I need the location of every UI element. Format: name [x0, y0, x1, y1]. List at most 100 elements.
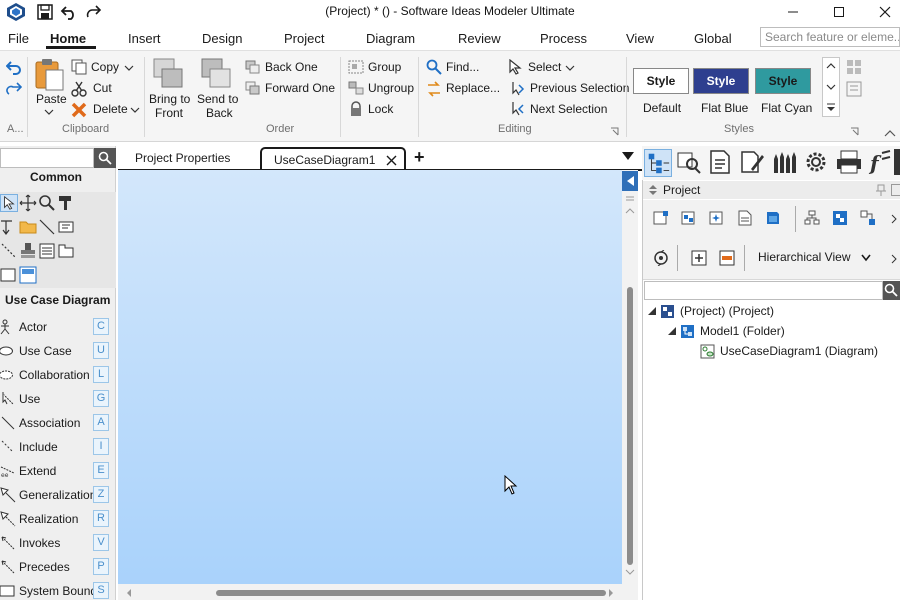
styles-dialog-launcher-icon[interactable]	[850, 127, 859, 136]
toolbox-item-extend[interactable]: ee Extend E	[0, 460, 112, 482]
tree-node-model[interactable]: Model1 (Folder)	[667, 324, 897, 340]
toolbox-search-button[interactable]	[94, 148, 116, 168]
menu-view[interactable]: View	[626, 31, 654, 46]
style-default-swatch[interactable]: Style	[633, 68, 689, 94]
new-element-icon[interactable]	[709, 210, 725, 226]
toolbox-item-system-boundary[interactable]: System Boundary S	[0, 580, 112, 602]
group-elements-icon[interactable]	[832, 210, 848, 226]
feature-search-input[interactable]: Search feature or eleme...	[760, 27, 900, 47]
ungroup-button[interactable]: Ungroup	[368, 81, 414, 95]
toolbox-item-actor[interactable]: Actor C	[0, 316, 112, 338]
replace-button[interactable]: Replace...	[446, 81, 500, 95]
new-folder-icon[interactable]	[765, 210, 781, 226]
menu-global[interactable]: Global	[694, 31, 732, 46]
editing-dialog-launcher-icon[interactable]	[610, 127, 619, 136]
view-mode-dropdown-icon[interactable]	[861, 254, 871, 262]
stamp-tool-icon[interactable]	[19, 242, 37, 260]
frame-tool-icon[interactable]	[57, 242, 75, 260]
cut-button[interactable]: Cut	[93, 81, 112, 95]
collapse-ribbon-icon[interactable]	[884, 129, 896, 137]
collapse-all-icon[interactable]	[719, 250, 735, 266]
image-tool-icon[interactable]	[19, 266, 37, 284]
project-search-button[interactable]	[883, 281, 900, 300]
copy-button[interactable]: Copy	[91, 60, 119, 74]
styles-gallery-scroller[interactable]	[822, 57, 840, 117]
scroll-right-icon[interactable]	[607, 588, 615, 598]
delete-button[interactable]: Delete	[93, 102, 128, 116]
back-one-button[interactable]: Back One	[265, 60, 318, 74]
element-search-icon[interactable]	[676, 149, 702, 175]
format-painter-icon[interactable]	[57, 194, 75, 212]
new-document-icon[interactable]	[737, 210, 753, 226]
ungroup-elements-icon[interactable]	[860, 210, 876, 226]
folder-tool-icon[interactable]	[19, 218, 37, 236]
previous-selection-button[interactable]: Previous Selection	[530, 81, 629, 95]
style-format-icon[interactable]	[846, 81, 862, 97]
panel-float-button[interactable]	[891, 184, 900, 196]
menu-diagram[interactable]: Diagram	[366, 31, 415, 46]
collapse-panel-tab[interactable]	[622, 171, 638, 191]
icon-bar-overflow[interactable]	[894, 149, 900, 175]
project-search-input[interactable]	[644, 281, 883, 300]
style-flat-blue-swatch[interactable]: Style	[693, 68, 749, 94]
toolbox-item-use-case[interactable]: Use Case U	[0, 340, 112, 362]
printer-icon[interactable]	[835, 149, 863, 175]
next-selection-button[interactable]: Next Selection	[530, 102, 607, 116]
tree-expand-arrow-icon[interactable]	[667, 326, 677, 336]
close-tab-icon[interactable]	[386, 155, 397, 166]
toolbox-item-association[interactable]: Association A	[0, 412, 112, 434]
zoom-tool-icon[interactable]	[38, 194, 56, 212]
lock-button[interactable]: Lock	[368, 102, 393, 116]
scroll-left-icon[interactable]	[125, 588, 133, 598]
edit-document-icon[interactable]	[739, 149, 765, 175]
styles-scroll-up-icon[interactable]	[826, 62, 836, 70]
menu-insert[interactable]: Insert	[128, 31, 161, 46]
menu-file[interactable]: File	[8, 31, 29, 46]
crayons-icon[interactable]	[771, 149, 797, 175]
group-button[interactable]: Group	[368, 60, 401, 74]
scroll-down-icon[interactable]	[625, 568, 635, 576]
style-flat-cyan-swatch[interactable]: Style	[755, 68, 811, 94]
copy-dropdown-icon[interactable]	[124, 64, 134, 72]
tree-node-diagram[interactable]: UseCaseDiagram1 (Diagram)	[700, 344, 898, 360]
new-model-icon[interactable]	[681, 210, 697, 226]
toolbox-item-generalization[interactable]: Generalization Z	[0, 484, 112, 506]
menu-design[interactable]: Design	[202, 31, 242, 46]
toolbox-item-invokes[interactable]: Invokes V	[0, 532, 112, 554]
document-list-icon[interactable]	[708, 149, 732, 175]
toolbar-overflow-icon[interactable]	[891, 214, 897, 224]
rectangle-tool-icon[interactable]	[0, 266, 18, 284]
minimize-button[interactable]	[770, 0, 816, 24]
toolbox-item-include[interactable]: Include I	[0, 436, 112, 458]
styles-expand-icon[interactable]	[826, 102, 836, 112]
toolbox-item-use[interactable]: Use G	[0, 388, 112, 410]
paste-button[interactable]: Paste	[36, 92, 67, 106]
paste-dropdown-icon[interactable]	[44, 108, 54, 116]
style-grid-icon[interactable]	[846, 59, 862, 75]
toolbox-item-collaboration[interactable]: Collaboration L	[0, 364, 112, 386]
ribbon-undo-icon[interactable]	[6, 59, 22, 75]
toolbox-search-input[interactable]	[0, 148, 94, 168]
pan-tool-icon[interactable]	[19, 194, 37, 212]
styles-scroll-down-icon[interactable]	[826, 83, 836, 91]
menu-review[interactable]: Review	[458, 31, 501, 46]
diagram-canvas[interactable]	[118, 170, 622, 584]
expand-all-icon[interactable]	[691, 250, 707, 266]
pin-icon[interactable]	[875, 184, 887, 196]
new-diagram-icon[interactable]	[653, 210, 669, 226]
delete-dropdown-icon[interactable]	[130, 106, 140, 114]
canvas-vertical-scroll-thumb[interactable]	[627, 287, 633, 565]
settings-gear-icon[interactable]	[803, 149, 829, 175]
send-to-back-button[interactable]: Send to	[197, 92, 238, 106]
tree-expand-arrow-icon[interactable]	[647, 306, 657, 316]
menu-process[interactable]: Process	[540, 31, 587, 46]
anchor-tool-icon[interactable]	[0, 218, 18, 236]
tree-node-project[interactable]: (Project) (Project)	[647, 304, 897, 320]
dotted-line-tool-icon[interactable]	[0, 242, 18, 260]
sync-icon[interactable]	[653, 250, 669, 266]
bring-to-front-button[interactable]: Bring to	[149, 92, 190, 106]
line-tool-icon[interactable]	[38, 218, 56, 236]
menu-project[interactable]: Project	[284, 31, 324, 46]
toolbox-item-precedes[interactable]: Precedes P	[0, 556, 112, 578]
list-tool-icon[interactable]	[38, 242, 56, 260]
